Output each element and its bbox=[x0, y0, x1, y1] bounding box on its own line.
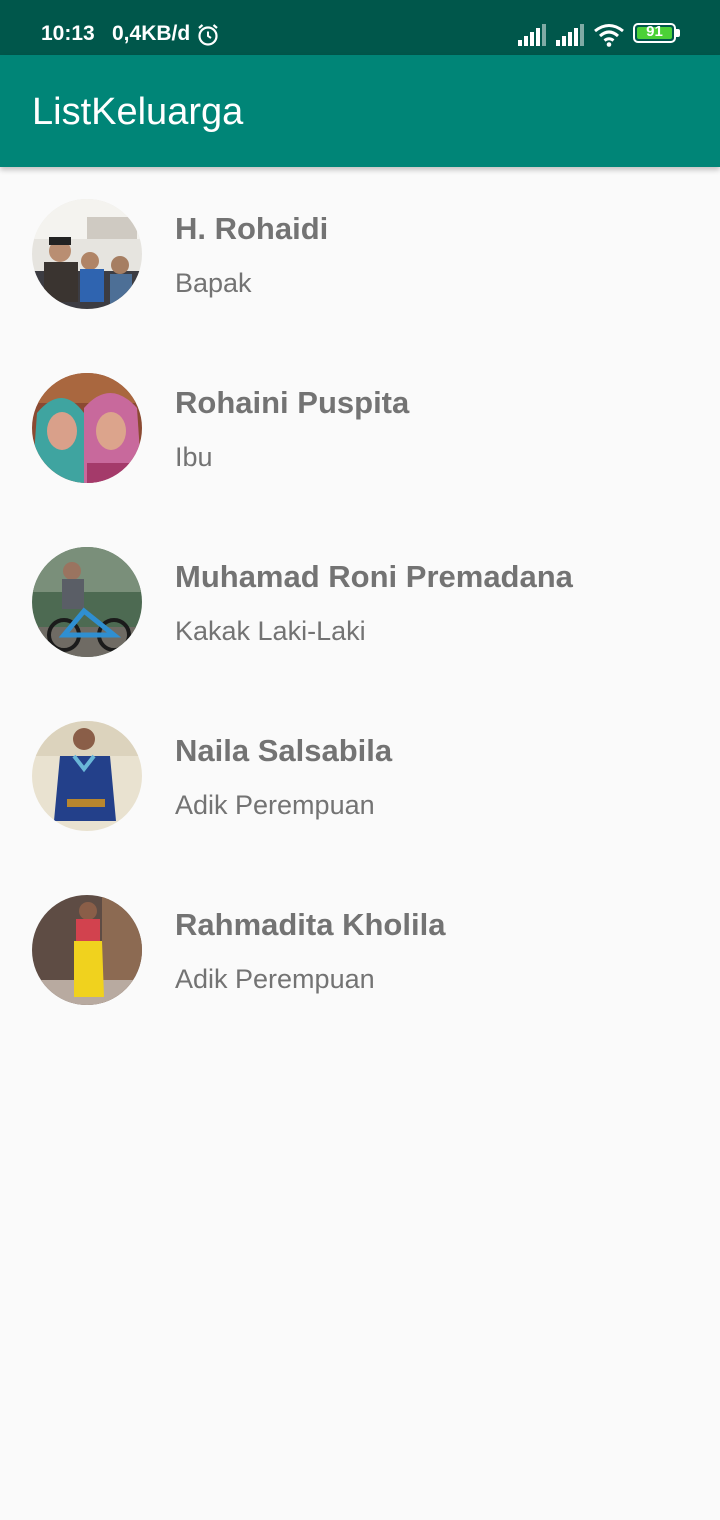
member-name: Muhamad Roni Premadana bbox=[175, 559, 573, 594]
member-role: Bapak bbox=[175, 268, 252, 298]
member-name: H. Rohaidi bbox=[175, 211, 329, 246]
member-role: Ibu bbox=[175, 442, 213, 472]
signal-icon bbox=[518, 24, 546, 46]
list-item[interactable]: Muhamad Roni Premadana Kakak Laki-Laki bbox=[0, 515, 720, 689]
avatar bbox=[32, 895, 142, 1005]
battery-tip bbox=[676, 29, 680, 37]
member-role: Adik Perempuan bbox=[175, 964, 375, 994]
signal-icon bbox=[556, 24, 584, 46]
member-name: Naila Salsabila bbox=[175, 733, 393, 768]
wifi-icon bbox=[594, 24, 624, 47]
member-name: Rahmadita Kholila bbox=[175, 907, 446, 942]
member-role: Adik Perempuan bbox=[175, 790, 375, 820]
list-item[interactable]: Rahmadita Kholila Adik Perempuan bbox=[0, 863, 720, 1037]
family-list: H. Rohaidi Bapak Rohaini Puspita Ibu Muh… bbox=[0, 167, 720, 1037]
avatar bbox=[32, 547, 142, 657]
app-bar: ListKeluarga bbox=[0, 55, 720, 167]
battery-icon: 91 bbox=[633, 23, 676, 43]
list-item[interactable]: Naila Salsabila Adik Perempuan bbox=[0, 689, 720, 863]
member-role: Kakak Laki-Laki bbox=[175, 616, 366, 646]
list-item[interactable]: H. Rohaidi Bapak bbox=[0, 167, 720, 341]
status-bar: 10:13 0,4KB/d 91 bbox=[0, 0, 720, 55]
network-speed: 0,4KB/d bbox=[112, 22, 191, 45]
avatar bbox=[32, 373, 142, 483]
status-time: 10:13 bbox=[41, 22, 95, 45]
avatar bbox=[32, 199, 142, 309]
page-title: ListKeluarga bbox=[32, 91, 244, 133]
avatar bbox=[32, 721, 142, 831]
list-item[interactable]: Rohaini Puspita Ibu bbox=[0, 341, 720, 515]
battery-level: 91 bbox=[646, 23, 663, 40]
alarm-icon bbox=[198, 24, 218, 46]
member-name: Rohaini Puspita bbox=[175, 385, 410, 420]
